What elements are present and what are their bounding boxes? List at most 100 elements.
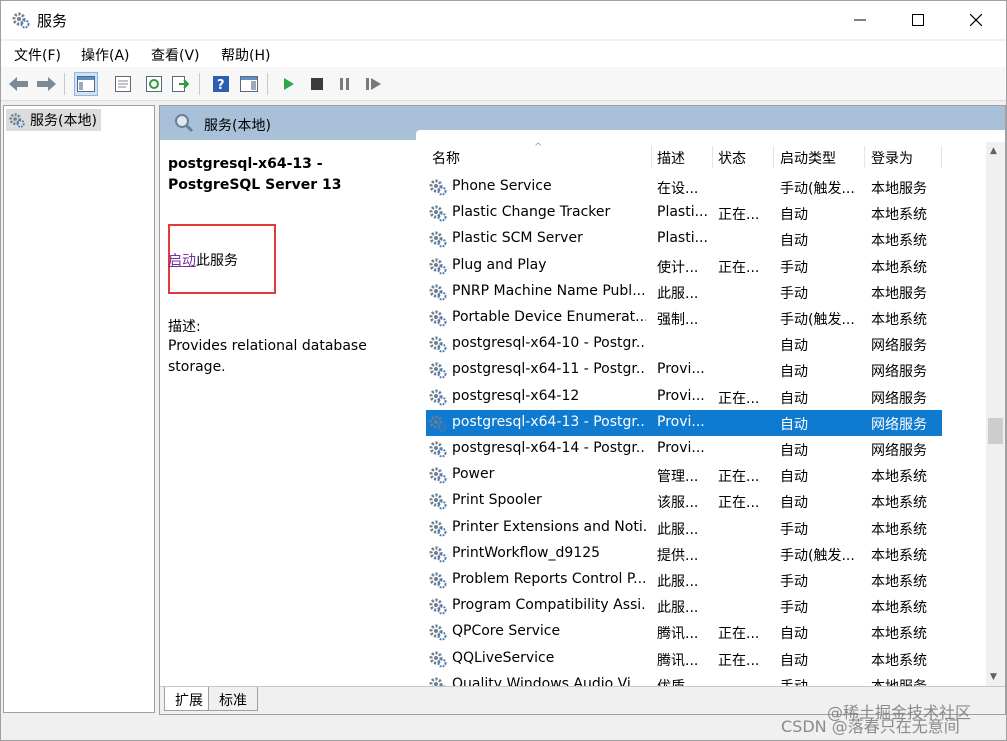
refresh-button[interactable] xyxy=(142,72,166,96)
scroll-up-icon[interactable]: ▲ xyxy=(990,146,997,156)
column-header-status[interactable]: 状态 xyxy=(718,148,746,168)
table-row[interactable]: postgresql-x64-11 - Postgr... Provi... 自动 网… xyxy=(426,357,942,383)
minimize-button[interactable] xyxy=(831,1,889,39)
table-row[interactable]: postgresql-x64-10 - Postgr... 自动 网络服务 xyxy=(426,331,942,357)
service-log-on-as: 本地系统 xyxy=(871,652,927,669)
menu-view[interactable]: 查看(V) xyxy=(151,45,200,65)
table-row[interactable]: PNRP Machine Name Publ... 此服... 手动 本地服务 xyxy=(426,279,942,305)
column-header-description[interactable]: 描述 xyxy=(657,148,685,168)
table-row[interactable]: Print Spooler 该服... 正在... 自动 本地系统 xyxy=(426,488,942,514)
service-name: Power xyxy=(452,466,495,483)
service-startup-type: 手动 xyxy=(780,521,808,538)
table-row[interactable]: Power 管理... 正在... 自动 本地系统 xyxy=(426,462,942,488)
description-text: Provides relational database storage. xyxy=(168,338,367,375)
service-description: 腾讯... xyxy=(657,652,699,669)
table-row[interactable]: Portable Device Enumerat... 强制... 手动(触发...… xyxy=(426,305,942,331)
service-startup-type: 自动 xyxy=(780,443,808,459)
column-header-name[interactable]: 名称 xyxy=(432,148,460,168)
vertical-scrollbar[interactable]: ▲ ▼ xyxy=(986,142,1005,688)
service-description: 该服... xyxy=(657,495,699,512)
column-separator[interactable] xyxy=(651,146,652,168)
toolbar-separator xyxy=(64,73,65,95)
table-row[interactable]: PrintWorkflow_d9125 提供... 手动(触发... 本地系统 xyxy=(426,541,942,567)
title-bar[interactable]: 服务 xyxy=(1,1,1006,39)
start-service-line: 启动此服务 xyxy=(168,250,238,270)
column-separator[interactable] xyxy=(864,146,865,168)
forward-button[interactable] xyxy=(34,72,58,96)
column-header-log-on-as[interactable]: 登录为 xyxy=(871,148,913,168)
export-list-button[interactable] xyxy=(168,72,192,96)
tab-extended[interactable]: 扩展 xyxy=(164,687,214,711)
service-description: Provi... xyxy=(657,440,705,456)
scrollbar-thumb[interactable] xyxy=(988,418,1003,444)
start-service-link[interactable]: 启动 xyxy=(168,253,196,269)
service-log-on-as: 本地系统 xyxy=(871,259,927,276)
column-separator[interactable] xyxy=(941,146,942,168)
menu-action[interactable]: 操作(A) xyxy=(81,45,130,65)
gear-icon xyxy=(429,546,447,563)
column-separator[interactable] xyxy=(712,146,713,168)
service-startup-type: 自动 xyxy=(780,364,808,381)
service-name: Printer Extensions and Noti... xyxy=(452,518,646,535)
service-description: Provi... xyxy=(657,361,705,378)
tree-item-services-local[interactable]: 服务(本地) xyxy=(6,109,101,131)
service-log-on-as: 本地系统 xyxy=(871,626,927,643)
window-title: 服务 xyxy=(37,12,68,30)
tab-standard[interactable]: 标准 xyxy=(208,687,258,711)
service-status: 正在... xyxy=(718,469,760,486)
service-log-on-as: 本地系统 xyxy=(871,207,927,224)
table-row[interactable]: postgresql-x64-14 - Postgr... Provi... 自动 网… xyxy=(426,436,942,462)
show-action-pane-button[interactable] xyxy=(237,72,261,96)
table-row[interactable]: Printer Extensions and Noti... 此服... 手动 本地系… xyxy=(426,515,942,541)
start-service-button[interactable] xyxy=(277,72,301,96)
service-status: 正在... xyxy=(718,259,760,276)
close-button[interactable] xyxy=(947,1,1005,39)
help-button[interactable]: ? xyxy=(209,72,233,96)
service-startup-type: 自动 xyxy=(780,495,808,512)
table-row[interactable]: Plastic SCM Server Plasti... 自动 本地系统 xyxy=(426,226,942,252)
service-startup-type: 手动 xyxy=(780,259,808,276)
table-row[interactable]: Quality Windows Audio Vi... 优质... 手动 本地服务 xyxy=(426,672,942,686)
menu-file[interactable]: 文件(F) xyxy=(14,45,61,65)
column-separator[interactable] xyxy=(773,146,774,168)
service-log-on-as: 本地服务 xyxy=(871,181,927,197)
scroll-down-icon[interactable]: ▼ xyxy=(990,672,997,682)
play-icon xyxy=(284,78,294,90)
service-name: PNRP Machine Name Publ... xyxy=(452,282,646,299)
table-row[interactable]: Problem Reports Control P... 此服... 手动 本地系统 xyxy=(426,567,942,593)
table-row[interactable]: Program Compatibility Assi... 此服... 手动 本地系统 xyxy=(426,593,942,619)
gear-icon xyxy=(429,651,447,668)
table-row[interactable]: QQLiveService 腾讯... 正在... 自动 本地系统 xyxy=(426,646,942,672)
description-panel: postgresql-x64-13 - PostgreSQL Server 13… xyxy=(160,140,414,684)
service-startup-type: 自动 xyxy=(780,390,808,407)
table-row[interactable]: QPCore Service 腾讯... 正在... 自动 本地系统 xyxy=(426,619,942,645)
table-row[interactable]: Plastic Change Tracker Plasti... 正在... 自动 本地… xyxy=(426,200,942,226)
table-row[interactable]: Phone Service 在设... 手动(触发... 本地服务 xyxy=(426,174,942,200)
maximize-button[interactable] xyxy=(889,1,947,39)
service-status: 正在... xyxy=(718,207,760,224)
table-row[interactable]: postgresql-x64-13 - Postgr... Provi... 自动 网… xyxy=(426,409,942,436)
properties-button[interactable] xyxy=(111,72,135,96)
service-log-on-as: 网络服务 xyxy=(871,416,927,433)
service-name: QQLiveService xyxy=(452,649,555,666)
service-description: 此服... xyxy=(657,285,699,302)
service-name: Program Compatibility Assi... xyxy=(452,597,646,614)
pause-icon xyxy=(340,78,349,90)
gear-icon xyxy=(429,205,447,222)
service-startup-type: 手动(触发... xyxy=(780,312,855,328)
service-description: 管理... xyxy=(657,469,699,486)
table-row[interactable]: postgresql-x64-12 Provi... 正在... 自动 网络服务 xyxy=(426,384,942,410)
help-icon: ? xyxy=(213,76,229,93)
table-row[interactable]: Plug and Play 使计... 正在... 手动 本地系统 xyxy=(426,253,942,279)
back-button[interactable] xyxy=(7,72,31,96)
service-startup-type: 自动 xyxy=(780,652,808,669)
column-header-startup-type[interactable]: 启动类型 xyxy=(780,148,836,168)
menu-help[interactable]: 帮助(H) xyxy=(221,45,270,65)
column-headers: ^ 名称 描述 状态 启动类型 登录为 xyxy=(416,142,986,172)
stop-service-button[interactable] xyxy=(305,72,329,96)
service-startup-type: 自动 xyxy=(780,207,808,224)
service-startup-type: 自动 xyxy=(780,233,808,250)
restart-service-button[interactable] xyxy=(362,72,386,96)
show-hide-tree-button[interactable] xyxy=(74,72,98,96)
pause-service-button[interactable] xyxy=(333,72,357,96)
